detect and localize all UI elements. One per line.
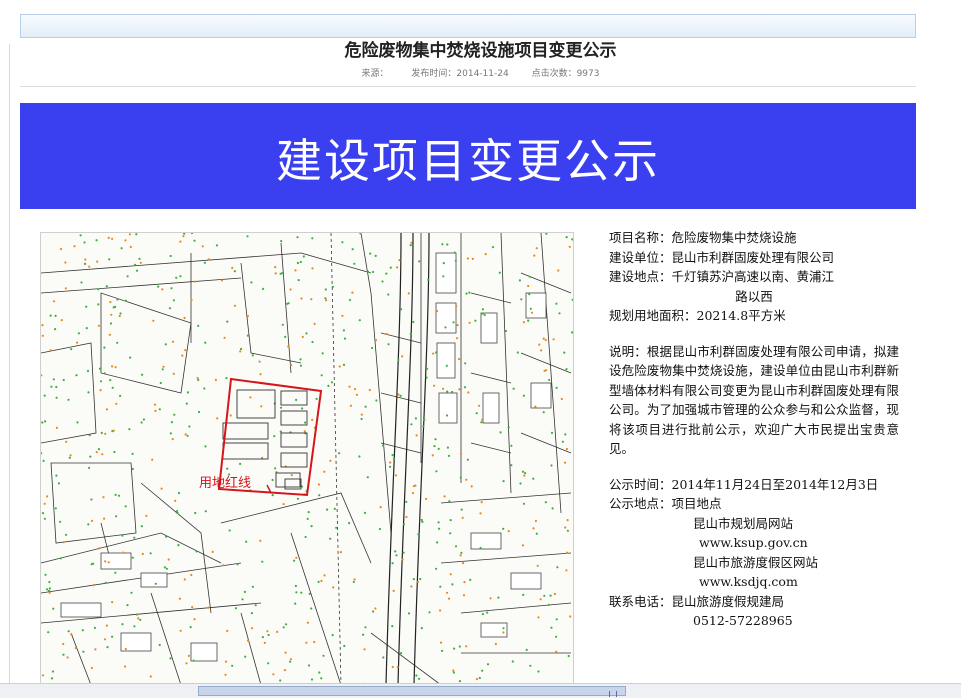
left-divider bbox=[9, 44, 10, 684]
location-line-1: 建设地点：千灯镇苏沪高速以南、黄浦江 bbox=[609, 269, 835, 284]
notice-time: 公示时间：2014年11月24日至2014年12月3日 bbox=[609, 476, 879, 492]
notice-place: 公示地点：项目地点 bbox=[609, 496, 722, 511]
meta-source: 来源： bbox=[361, 69, 389, 79]
site-plan-map: 用地红线 bbox=[40, 232, 574, 686]
project-info-panel: 项目名称：危险废物集中焚烧设施 建设单位：昆山市利群固废处理有限公司 建设地点：… bbox=[609, 228, 899, 631]
page-top-bar bbox=[20, 14, 916, 38]
meta-views: 点击次数：9973 bbox=[531, 69, 600, 79]
meta-date: 发布时间：2014-11-24 bbox=[411, 69, 509, 79]
place-resort-url: www.ksdjq.com bbox=[699, 574, 798, 589]
banner-title: 建设项目变更公示 bbox=[276, 134, 660, 188]
notice-banner: 建设项目变更公示 bbox=[20, 103, 916, 209]
header-divider bbox=[20, 86, 916, 87]
page-title: 危险废物集中焚烧设施项目变更公示 bbox=[344, 41, 617, 61]
project-name: 项目名称：危险废物集中焚烧设施 bbox=[609, 230, 797, 245]
article-meta: 来源： 发布时间：2014-11-24 点击次数：9973 bbox=[0, 66, 961, 79]
land-area: 规划用地面积：20214.8平方米 bbox=[609, 308, 786, 323]
contact-phone: 0512-57228965 bbox=[693, 613, 793, 628]
red-line-label: 用地红线 bbox=[199, 475, 251, 491]
location-line-2: 路以西 bbox=[735, 288, 773, 304]
place-planning-url: www.ksup.gov.cn bbox=[699, 535, 808, 550]
site-plan-drawing: 用地红线 bbox=[41, 233, 573, 685]
explanation: 说明：根据昆山市利群固废处理有限公司申请，拟建设危险废物集中焚烧设施，建设单位由… bbox=[609, 343, 899, 457]
horizontal-scrollbar[interactable] bbox=[0, 683, 961, 698]
builder: 建设单位：昆山市利群固废处理有限公司 bbox=[609, 249, 835, 265]
scrollbar-thumb[interactable] bbox=[198, 686, 626, 697]
place-resort-site: 昆山市旅游度假区网站 bbox=[693, 554, 819, 570]
place-planning-bureau: 昆山市规划局网站 bbox=[693, 515, 794, 531]
contact-phone-label: 联系电话：昆山旅游度假规建局 bbox=[609, 593, 785, 609]
grip-icon bbox=[609, 691, 617, 697]
